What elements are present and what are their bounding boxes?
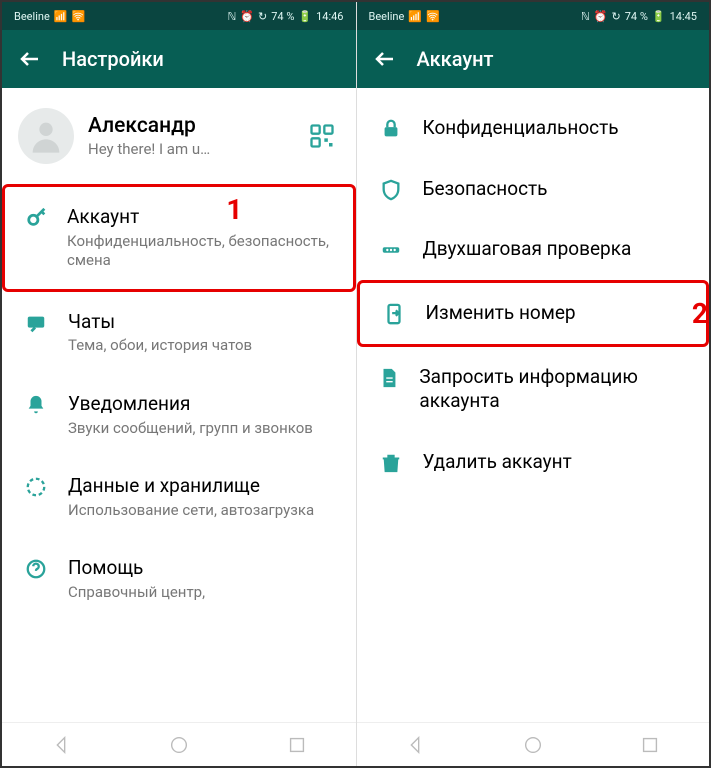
settings-list: АккаунтКонфиденциальность, безопасность,… [2, 184, 356, 722]
item-title: Безопасность [423, 177, 548, 202]
annotation-badge: 1 [226, 193, 242, 226]
battery-text: 74 % [271, 10, 294, 23]
signal-icon: 📶 [408, 10, 422, 23]
nav-back[interactable] [50, 734, 72, 756]
nav-back[interactable] [404, 734, 426, 756]
list-item[interactable]: Удалить аккаунт [357, 432, 710, 493]
lock-icon [377, 118, 405, 140]
bell-icon [22, 394, 50, 416]
clock: 14:45 [670, 10, 697, 23]
appbar: Аккаунт [357, 30, 710, 88]
list-item[interactable]: ЧатыТема, обои, история чатов [2, 292, 356, 374]
shield-icon [377, 179, 405, 201]
nav-recent[interactable] [639, 734, 661, 756]
item-subtitle: Использование сети, автозагрузка [68, 501, 314, 521]
battery-text: 74 % [625, 10, 648, 23]
statusbar: Beeline 📶 🛜 ℕ ⏰ ↻ 74 % 🔋 14:45 [357, 2, 710, 30]
navbar [357, 722, 710, 766]
item-title: Чаты [68, 310, 252, 335]
item-title: Удалить аккаунт [423, 450, 572, 475]
sync-icon: ↻ [612, 10, 621, 23]
list-item[interactable]: Изменить номер 2 [357, 280, 710, 347]
item-title: Двухшаговая проверка [423, 237, 632, 262]
battery-icon: 🔋 [298, 10, 312, 23]
signal-icon: 📶 [54, 10, 68, 23]
list-item[interactable]: Конфиденциальность [357, 98, 710, 159]
carrier: Beeline [369, 10, 405, 23]
list-item[interactable]: АккаунтКонфиденциальность, безопасность,… [2, 184, 356, 292]
nfc-icon: ℕ [581, 10, 590, 23]
item-title: Уведомления [68, 392, 313, 417]
profile-status: Hey there! I am u… [88, 140, 290, 158]
item-subtitle: Тема, обои, история чатов [68, 336, 252, 356]
key-icon [25, 207, 49, 229]
statusbar: Beeline 📶 🛜 ℕ ⏰ ↻ 74 % 🔋 14:46 [2, 2, 356, 30]
doc-icon [377, 367, 402, 389]
annotation-badge: 2 [692, 297, 708, 330]
list-item[interactable]: Двухшаговая проверка [357, 219, 710, 280]
help-icon [22, 558, 50, 580]
data-icon [22, 476, 50, 498]
appbar: Настройки [2, 30, 356, 88]
wifi-icon: 🛜 [426, 10, 440, 23]
qr-icon[interactable] [304, 118, 340, 154]
item-subtitle: Конфиденциальность, безопасность, смена [67, 232, 332, 271]
item-title: Помощь [68, 556, 205, 581]
list-item[interactable]: ПомощьСправочный центр, [2, 538, 356, 620]
list-item[interactable]: Безопасность [357, 159, 710, 220]
nav-home[interactable] [522, 734, 544, 756]
alarm-icon: ⏰ [594, 10, 608, 23]
item-title: Аккаунт [67, 205, 332, 230]
account-list: Конфиденциальность Безопасность Двухшагова… [357, 88, 710, 722]
phone-right: Beeline 📶 🛜 ℕ ⏰ ↻ 74 % 🔋 14:45 Аккаунт К… [356, 2, 710, 766]
nav-home[interactable] [168, 734, 190, 756]
navbar [2, 722, 356, 766]
avatar [18, 108, 74, 164]
list-item[interactable]: Запросить информацию аккаунта [357, 347, 710, 432]
appbar-title: Аккаунт [417, 47, 494, 71]
item-subtitle: Справочный центр, [68, 583, 205, 603]
item-title: Запросить информацию аккаунта [419, 365, 689, 414]
dots-icon [377, 239, 405, 261]
phone-icon [380, 303, 408, 325]
list-item[interactable]: Данные и хранилищеИспользование сети, ав… [2, 456, 356, 538]
item-title: Изменить номер [426, 301, 576, 326]
chat-icon [22, 312, 50, 334]
profile-name: Александр [88, 114, 290, 138]
sync-icon: ↻ [258, 10, 267, 23]
clock: 14:46 [316, 10, 343, 23]
battery-icon: 🔋 [652, 10, 666, 23]
alarm-icon: ⏰ [240, 10, 254, 23]
wifi-icon: 🛜 [71, 10, 85, 23]
back-icon[interactable] [18, 47, 42, 71]
nfc-icon: ℕ [228, 10, 237, 23]
item-title: Конфиденциальность [423, 116, 619, 141]
nav-recent[interactable] [286, 734, 308, 756]
list-item[interactable]: УведомленияЗвуки сообщений, групп и звон… [2, 374, 356, 456]
item-subtitle: Звуки сообщений, групп и звонков [68, 419, 313, 439]
item-title: Данные и хранилище [68, 474, 314, 499]
phone-left: Beeline 📶 🛜 ℕ ⏰ ↻ 74 % 🔋 14:46 Настройки… [2, 2, 356, 766]
trash-icon [377, 452, 405, 474]
back-icon[interactable] [373, 47, 397, 71]
profile-row[interactable]: Александр Hey there! I am u… [2, 88, 356, 184]
carrier: Beeline [14, 10, 50, 23]
appbar-title: Настройки [62, 47, 164, 71]
